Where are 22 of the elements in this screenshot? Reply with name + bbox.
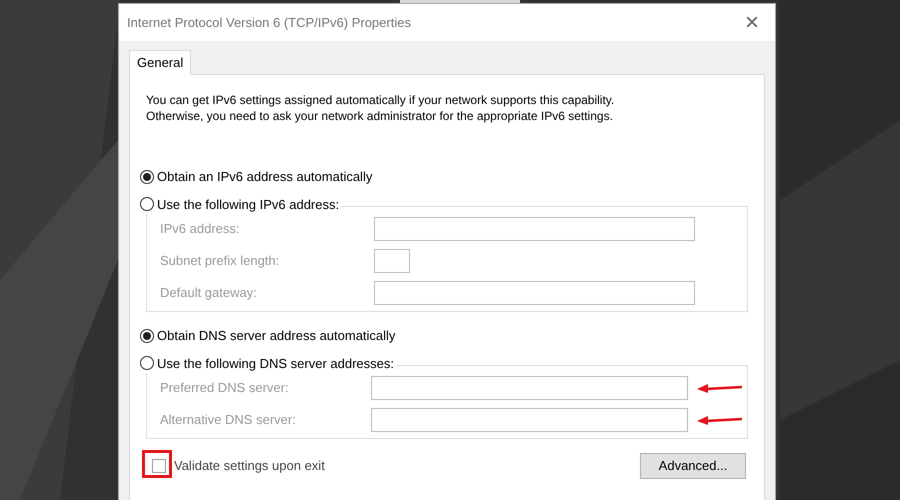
radio-option[interactable]: Obtain an IPv6 address automatically	[140, 167, 374, 186]
description-text: You can get IPv6 settings assigned automatically if your network supports this capability.	[146, 92, 616, 108]
radio-option[interactable]: Obtain DNS server address automatically	[140, 326, 398, 346]
field-label: Subnet prefix length:	[159, 252, 280, 270]
window-title: Internet Protocol Version 6 (TCP/IPv6) Properties	[127, 14, 411, 32]
annotation-arrow	[696, 413, 744, 427]
radio-button[interactable]	[140, 356, 154, 370]
radio-option[interactable]: Use the following DNS server addresses:	[140, 354, 396, 373]
field-label: Default gateway:	[159, 284, 258, 302]
close-button[interactable]: ×	[744, 10, 759, 34]
radio-button[interactable]	[140, 197, 154, 212]
advanced-button[interactable]: Advanced...	[640, 453, 746, 479]
description-text: Otherwise, you need to ask your network administrator for the appropriate IPv6 settings.	[146, 108, 614, 124]
radio-button[interactable]	[140, 170, 154, 184]
field-label: Alternative DNS server:	[159, 411, 297, 430]
annotation-arrow	[696, 381, 744, 395]
tab[interactable]: General	[129, 50, 192, 75]
field-label: Preferred DNS server:	[159, 379, 290, 398]
radio-option[interactable]: Use the following IPv6 address:	[140, 194, 342, 214]
validate-checkbox[interactable]: Validate settings upon exit	[150, 454, 327, 478]
field-label: IPv6 address:	[159, 220, 240, 238]
radio-button[interactable]	[140, 328, 154, 343]
